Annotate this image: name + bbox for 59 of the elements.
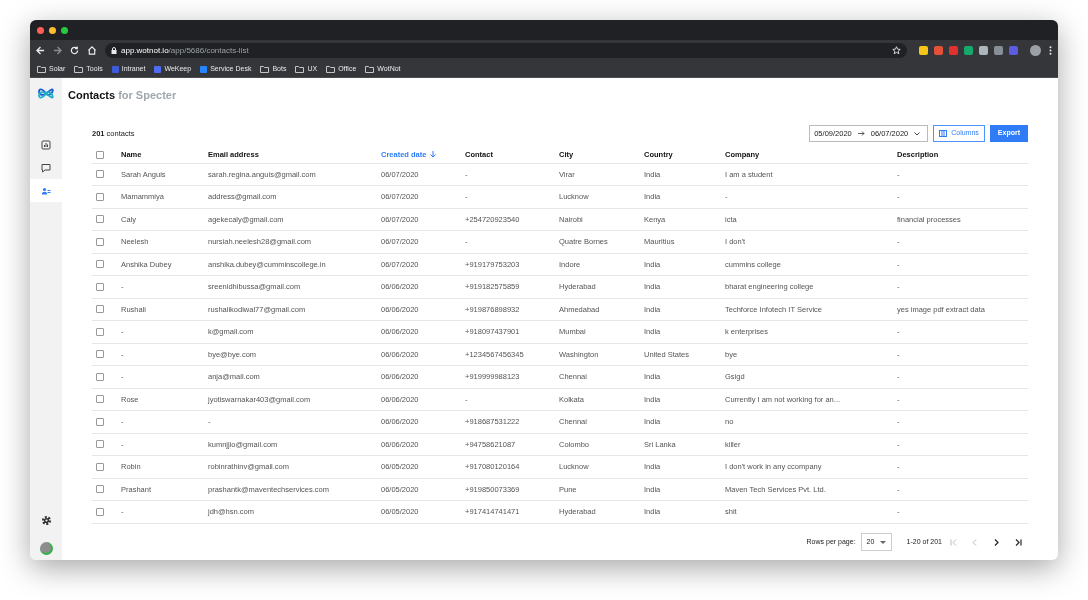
sidebar-item[interactable] <box>30 179 62 202</box>
lock-icon <box>111 47 117 54</box>
page-title: Contacts <box>68 89 116 101</box>
columns-icon <box>939 130 948 137</box>
user-avatar[interactable] <box>39 542 53 555</box>
folder-icon <box>260 65 270 73</box>
logo-icon[interactable] <box>38 87 54 100</box>
checkbox[interactable] <box>96 170 104 179</box>
checkbox[interactable] <box>96 282 104 291</box>
next-page-icon[interactable] <box>994 538 999 546</box>
checkbox[interactable] <box>96 485 104 494</box>
forward-icon[interactable] <box>53 46 62 55</box>
sort-arrow-icon <box>430 151 437 158</box>
maximize-window-icon[interactable] <box>61 26 68 34</box>
extension-icon[interactable] <box>1009 46 1018 55</box>
extension-icon[interactable] <box>949 46 958 55</box>
folder-icon <box>326 65 336 73</box>
minimize-window-icon[interactable] <box>49 26 56 34</box>
chevron-down-icon <box>914 131 921 136</box>
menu-icon[interactable] <box>1049 46 1052 55</box>
checkbox[interactable] <box>96 305 104 314</box>
checkbox[interactable] <box>96 327 104 336</box>
chart-icon <box>41 139 51 150</box>
folder-icon <box>74 65 84 73</box>
url-text: app.wotnot.io/app/5686/contacts-list <box>121 44 249 57</box>
folder-icon <box>37 65 46 73</box>
checkbox[interactable] <box>96 395 104 404</box>
checkbox[interactable] <box>96 462 104 471</box>
checkbox[interactable] <box>96 237 104 246</box>
checkbox[interactable] <box>96 192 104 201</box>
extension-icon[interactable] <box>934 46 943 55</box>
caret-icon <box>879 540 886 544</box>
home-icon[interactable] <box>87 46 97 55</box>
profile-avatar[interactable] <box>1030 45 1041 56</box>
checkbox[interactable] <box>96 350 104 359</box>
checkbox[interactable] <box>96 507 104 516</box>
checkbox[interactable] <box>96 372 104 381</box>
checkbox[interactable] <box>96 440 104 449</box>
bookmark-star-icon[interactable] <box>892 46 901 55</box>
extension-icon[interactable] <box>979 46 988 55</box>
page-subtitle: for Specter <box>118 89 177 101</box>
settings-icon[interactable] <box>40 515 52 526</box>
last-page-icon[interactable] <box>1015 538 1022 546</box>
folder-icon <box>295 65 305 73</box>
folder-icon <box>365 65 375 73</box>
extension-icon[interactable] <box>994 46 1003 55</box>
arrow-right-icon <box>857 131 865 136</box>
extension-icon[interactable] <box>964 46 973 55</box>
reload-icon[interactable] <box>70 46 79 55</box>
close-window-icon[interactable] <box>37 26 44 34</box>
checkbox[interactable] <box>96 417 104 426</box>
contacts-icon <box>41 185 51 196</box>
checkbox[interactable] <box>96 150 104 159</box>
back-icon[interactable] <box>36 46 45 55</box>
address-bar[interactable]: app.wotnot.io/app/5686/contacts-list <box>105 43 907 58</box>
chat-icon <box>41 162 51 173</box>
checkbox[interactable] <box>96 260 104 269</box>
checkbox[interactable] <box>96 215 104 224</box>
extension-icon[interactable] <box>919 46 928 55</box>
